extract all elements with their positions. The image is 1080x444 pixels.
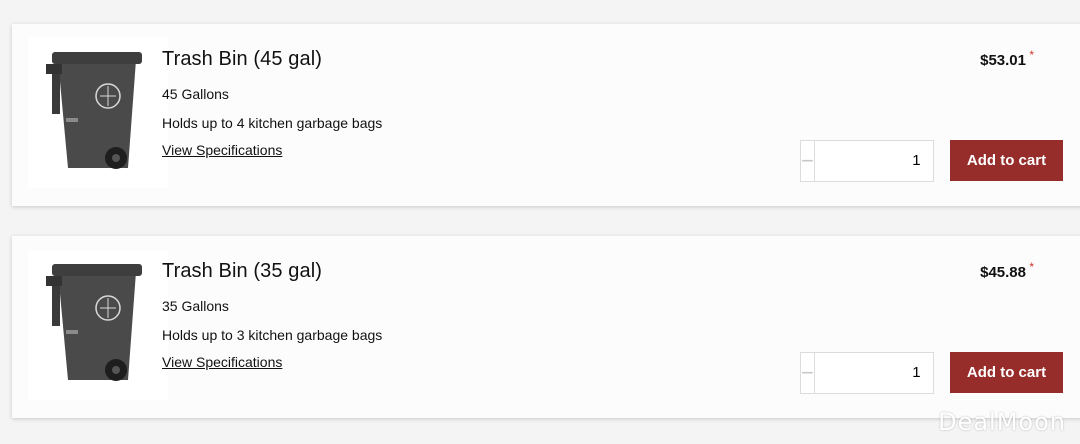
watermark: DealMoon bbox=[938, 408, 1066, 436]
add-to-cart-button[interactable]: Add to cart bbox=[950, 352, 1063, 393]
product-description: Holds up to 3 kitchen garbage bags bbox=[162, 327, 383, 343]
product-card: Trash Bin (35 gal) 35 Gallons Holds up t… bbox=[12, 236, 1080, 418]
decrease-quantity-button[interactable]: − bbox=[801, 141, 815, 181]
product-capacity: 45 Gallons bbox=[162, 86, 229, 102]
product-description: Holds up to 4 kitchen garbage bags bbox=[162, 115, 383, 131]
product-title: Trash Bin (45 gal) bbox=[162, 48, 323, 70]
decrease-quantity-button[interactable]: − bbox=[801, 353, 815, 393]
product-price: $45.88 bbox=[980, 264, 1026, 281]
price-asterisk: * bbox=[1029, 260, 1034, 274]
product-capacity: 35 Gallons bbox=[162, 298, 229, 314]
view-specifications-link[interactable]: View Specifications bbox=[162, 354, 282, 370]
product-title: Trash Bin (35 gal) bbox=[162, 260, 323, 282]
view-specifications-link[interactable]: View Specifications bbox=[162, 142, 282, 158]
price-asterisk: * bbox=[1029, 48, 1034, 62]
product-image[interactable] bbox=[28, 38, 168, 188]
quantity-stepper: − + bbox=[800, 352, 1032, 394]
quantity-stepper: − + bbox=[800, 140, 1032, 182]
product-card: Trash Bin (45 gal) 45 Gallons Holds up t… bbox=[12, 24, 1080, 206]
product-image[interactable] bbox=[28, 250, 168, 400]
add-to-cart-button[interactable]: Add to cart bbox=[950, 140, 1063, 181]
product-price: $53.01 bbox=[980, 52, 1026, 69]
